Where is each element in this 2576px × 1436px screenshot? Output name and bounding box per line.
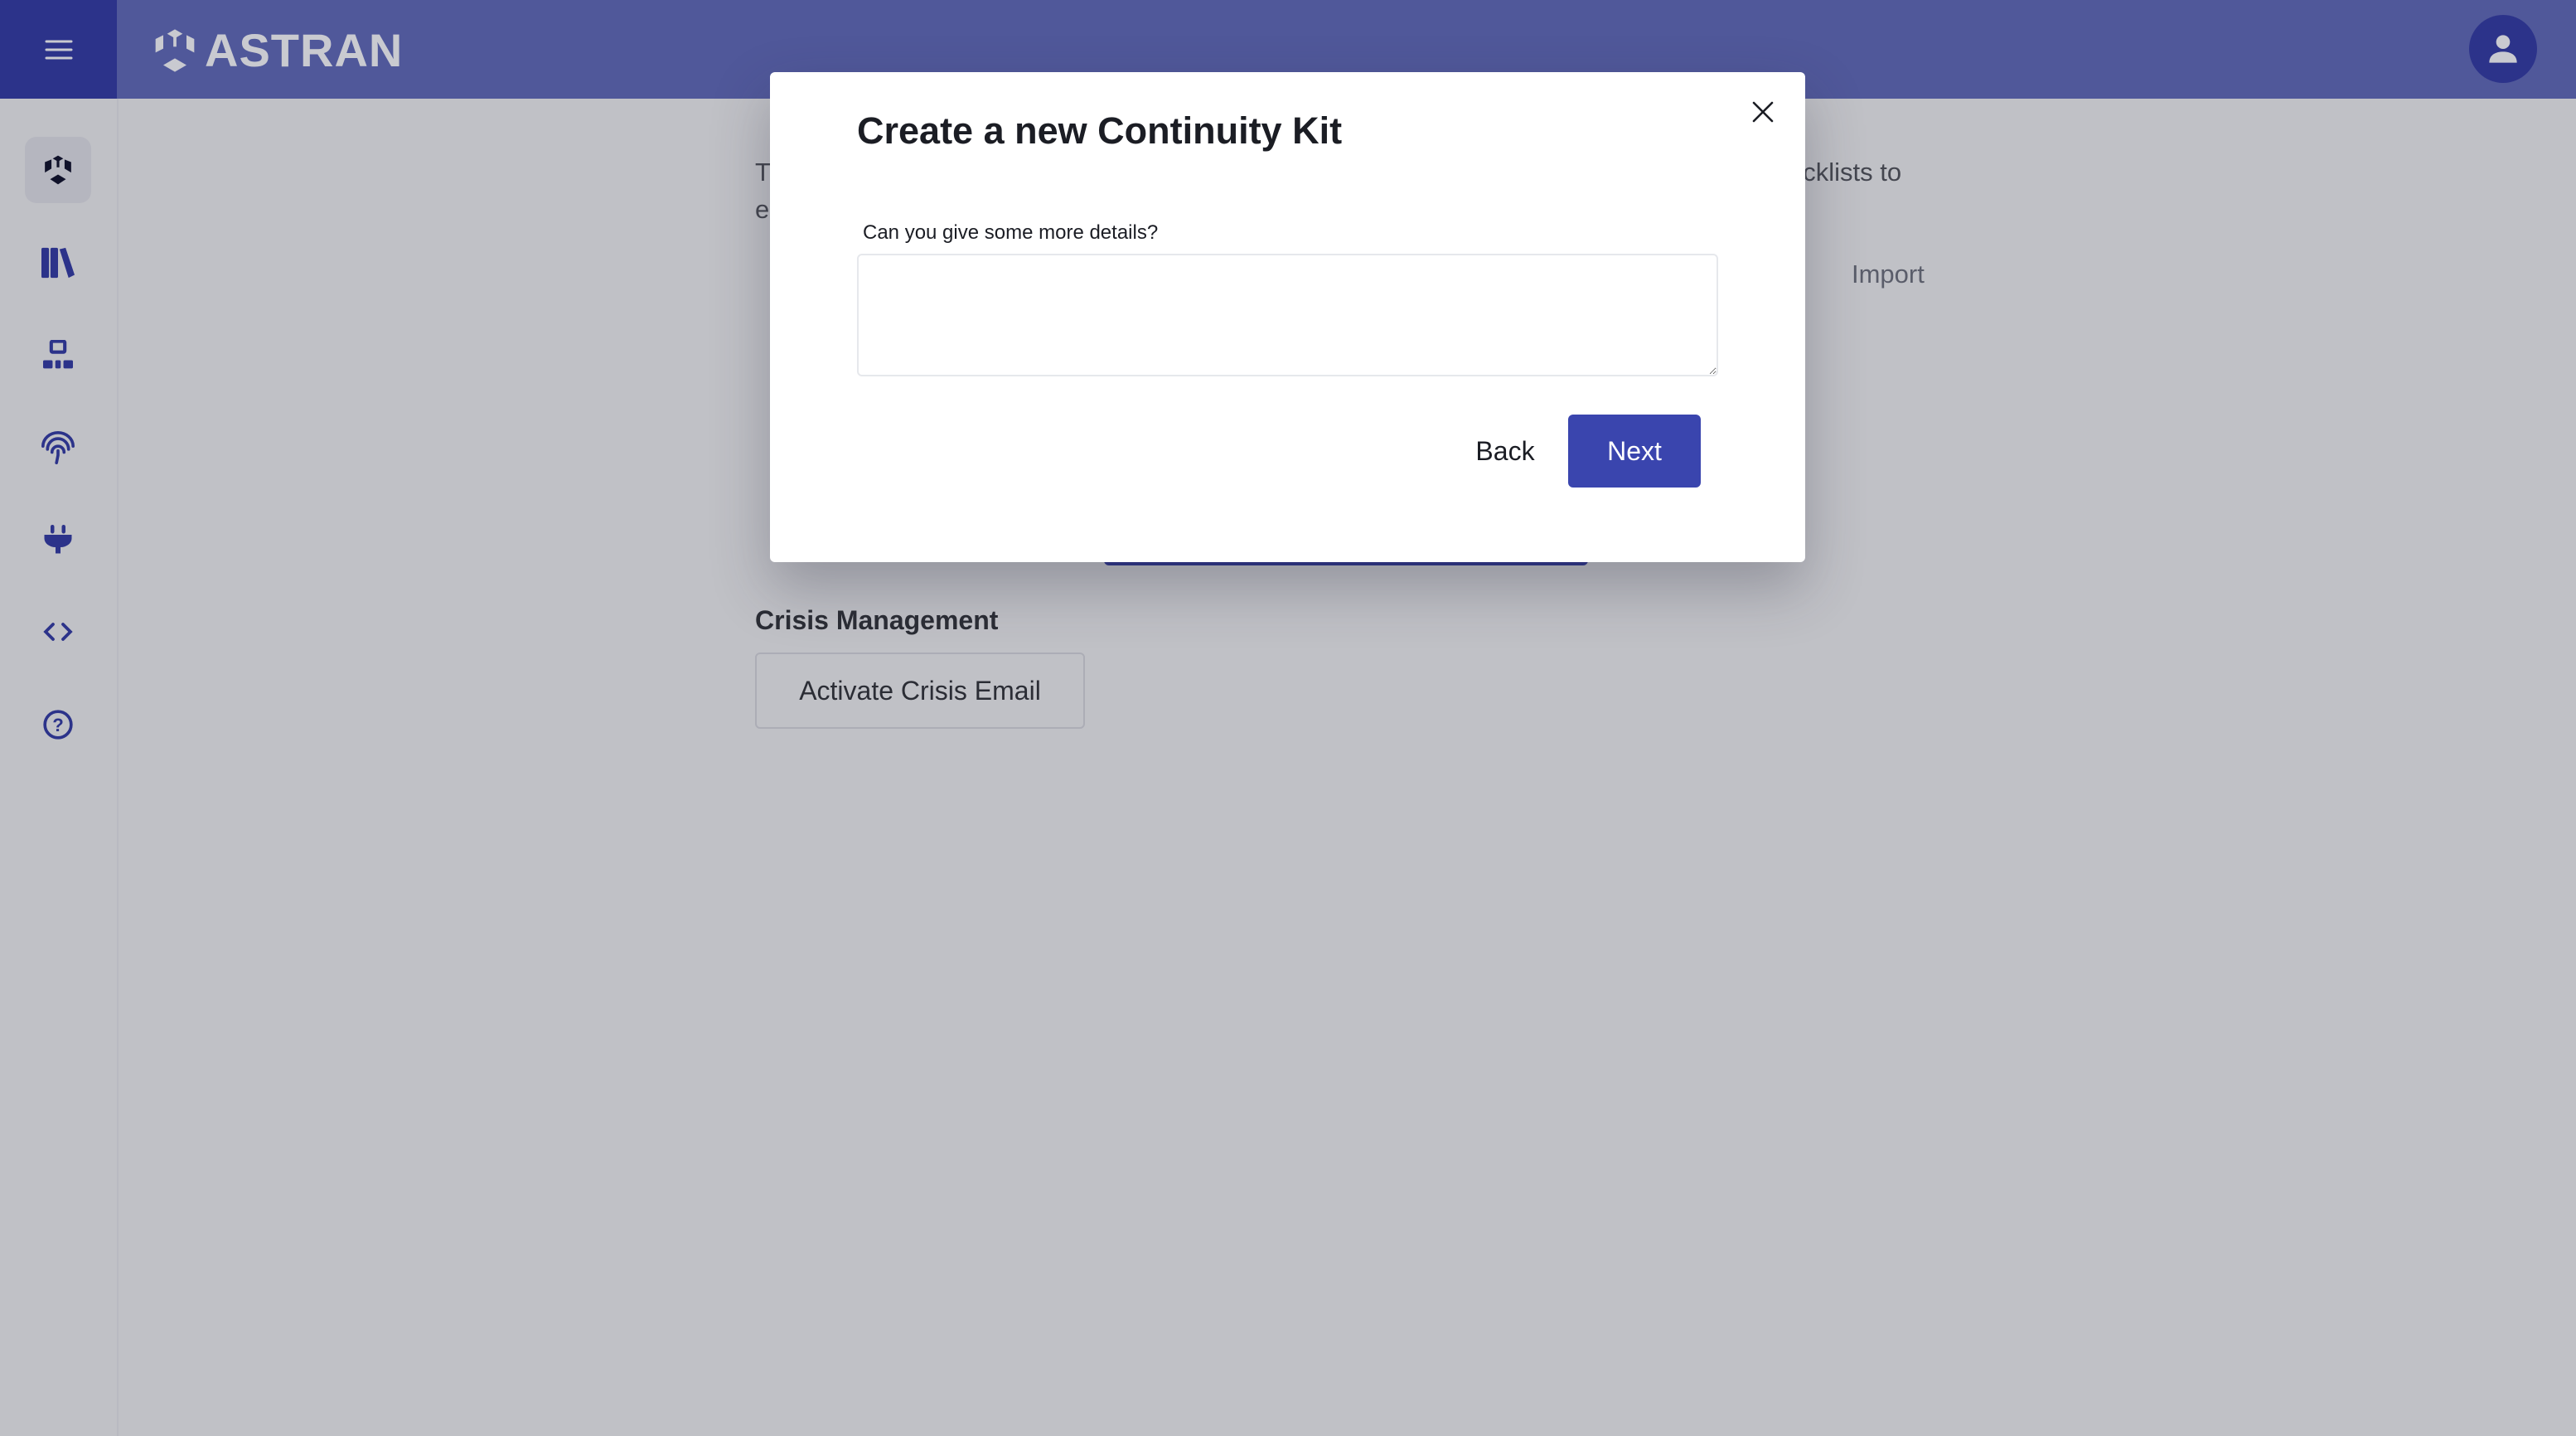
logo[interactable]: ASTRAN xyxy=(152,23,403,77)
intro-text-line2: e xyxy=(755,195,770,224)
astran-cube-icon xyxy=(45,155,71,185)
intro-text-line1-end: ecklists to xyxy=(1789,158,1902,187)
import-link[interactable]: Import xyxy=(1852,260,1925,289)
sidebar-item-home[interactable] xyxy=(25,137,91,203)
sitemap-icon xyxy=(43,340,73,369)
user-icon xyxy=(2489,35,2517,63)
svg-text:?: ? xyxy=(52,715,64,735)
sidebar-item-identity[interactable] xyxy=(25,415,91,481)
plug-icon xyxy=(44,525,72,554)
question-circle-icon: ? xyxy=(43,710,73,740)
create-kit-modal: Create a new Continuity Kit Can you give… xyxy=(770,72,1805,562)
close-icon xyxy=(1752,101,1774,123)
crisis-management-title: Crisis Management xyxy=(755,605,999,635)
menu-button[interactable] xyxy=(0,0,117,99)
code-icon xyxy=(43,623,73,641)
details-textarea[interactable] xyxy=(857,254,1718,376)
close-button[interactable] xyxy=(1746,95,1779,129)
activate-crisis-email-button[interactable]: Activate Crisis Email xyxy=(755,653,1085,729)
back-button[interactable]: Back xyxy=(1446,415,1564,488)
books-icon xyxy=(41,247,75,279)
next-button[interactable]: Next xyxy=(1568,415,1701,488)
modal-title: Create a new Continuity Kit xyxy=(857,109,1343,152)
sidebar-item-structure[interactable] xyxy=(25,322,91,388)
logo-text: ASTRAN xyxy=(205,24,404,76)
intro-text-line1: T xyxy=(755,158,771,187)
user-avatar-button[interactable] xyxy=(2469,15,2537,83)
fingerprint-icon xyxy=(41,431,75,464)
sidebar-item-developer[interactable] xyxy=(25,599,91,665)
hamburger-icon xyxy=(45,40,72,59)
sidebar-item-library[interactable] xyxy=(25,230,91,296)
details-label: Can you give some more details? xyxy=(863,221,1159,244)
sidebar: ? xyxy=(0,99,119,1436)
astran-logo-icon xyxy=(155,28,195,72)
sidebar-item-integrations[interactable] xyxy=(25,507,91,573)
sidebar-item-help[interactable]: ? xyxy=(25,691,91,758)
